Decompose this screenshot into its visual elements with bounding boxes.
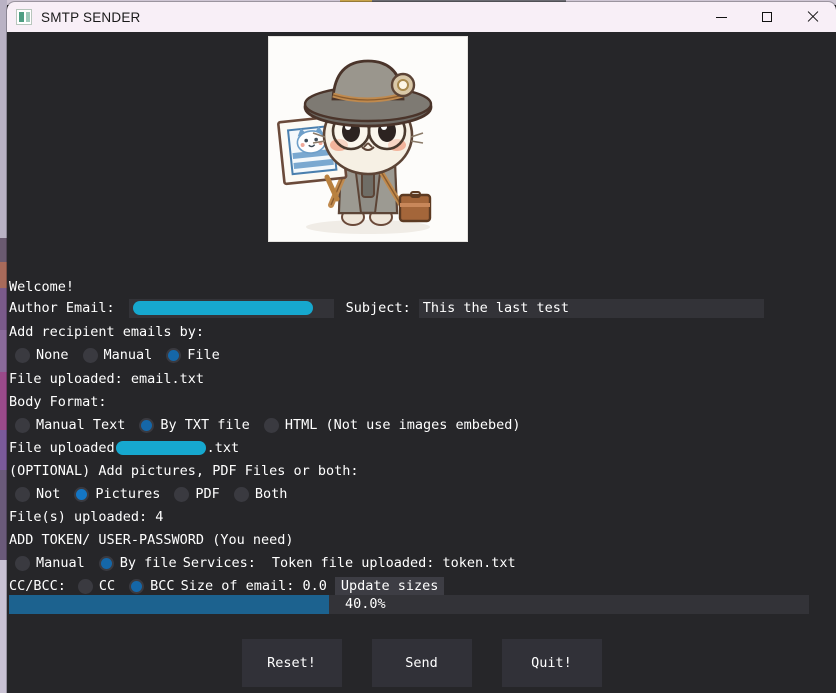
background-window-left-strip (0, 0, 7, 693)
reset-button[interactable]: Reset! (241, 638, 342, 687)
radio-icon (77, 578, 93, 594)
attachments-status-row: File(s) uploaded: 4 (9, 507, 163, 527)
progress-bar: 40.0% (9, 595, 809, 614)
recipients-heading-row: Add recipient emails by: (9, 322, 204, 342)
minimize-icon (715, 16, 727, 18)
attachments-heading-row: (OPTIONAL) Add pictures, PDF Files or bo… (9, 461, 359, 481)
mascot-image (268, 36, 468, 242)
radio-icon (15, 486, 30, 502)
author-email-row: Author Email: Subject: This the last tes… (9, 298, 764, 318)
radio-label: CC (98, 578, 116, 594)
radio-icon (233, 486, 249, 502)
body-upload-redaction (115, 441, 206, 455)
welcome-row: Welcome! (9, 277, 74, 297)
radio-attach-pictures[interactable]: Pictures (74, 486, 160, 502)
body-upload-prefix: File uploaded (9, 440, 115, 456)
radio-recipients-none[interactable]: None (15, 347, 69, 363)
body-format-heading: Body Format: (9, 394, 107, 410)
radio-label: BCC (150, 578, 175, 594)
maximize-icon (762, 12, 772, 22)
app-icon (16, 9, 32, 25)
recipients-radio-group: None Manual File (15, 345, 234, 365)
progress-bar-fill (9, 595, 329, 614)
body-upload-suffix: .txt (206, 440, 240, 456)
radio-icon (15, 347, 30, 363)
radio-attach-both[interactable]: Both (233, 486, 288, 502)
radio-attach-not[interactable]: Not (15, 486, 60, 502)
ccbcc-row: CC/BCC: CC BCC Size of email: 0.0 Update… (9, 576, 445, 596)
subject-label: Subject: (345, 300, 411, 316)
radio-label: File (187, 347, 220, 363)
body-format-status-row: File uploaded .txt (9, 438, 239, 458)
attachments-heading: (OPTIONAL) Add pictures, PDF Files or bo… (9, 463, 359, 479)
smtp-sender-window: SMTP SENDER Welcome! Author Email: Subje… (7, 2, 836, 693)
quit-button[interactable]: Quit! (501, 638, 602, 687)
token-heading-row: ADD TOKEN/ USER-PASSWORD (You need) (9, 530, 293, 550)
radio-label: By file (119, 555, 177, 571)
minimize-button[interactable] (698, 2, 744, 32)
radio-bcc[interactable]: BCC (129, 578, 175, 594)
app-content: Welcome! Author Email: Subject: This the… (7, 32, 836, 693)
token-services-label: Services: (182, 555, 256, 571)
author-email-label: Author Email: (9, 300, 115, 316)
recipients-heading: Add recipient emails by: (9, 324, 205, 340)
window-titlebar[interactable]: SMTP SENDER (7, 2, 836, 32)
radio-cc[interactable]: CC (77, 578, 116, 594)
radio-label: Manual (36, 555, 85, 571)
close-button[interactable] (790, 2, 836, 32)
radio-icon (15, 555, 30, 571)
author-email-input[interactable] (128, 298, 334, 318)
body-format-radio-group: Manual Text By TXT file HTML (Not use im… (15, 415, 535, 435)
radio-label: Not (36, 486, 61, 502)
attachments-radio-group: Not Pictures PDF Both (15, 484, 301, 504)
window-title: SMTP SENDER (41, 9, 141, 25)
radio-label: None (36, 347, 69, 363)
radio-icon-selected (166, 347, 182, 363)
close-icon (807, 11, 819, 23)
send-button[interactable]: Send (371, 638, 472, 687)
radio-label: Manual Text (36, 417, 126, 433)
postal-cat-illustration (269, 37, 467, 241)
token-radio-group: Manual By file Services: Token file uplo… (15, 553, 516, 573)
ccbcc-label: CC/BCC: (9, 578, 66, 594)
radio-icon (263, 417, 279, 433)
radio-label: Manual (103, 347, 153, 363)
token-heading: ADD TOKEN/ USER-PASSWORD (You need) (9, 532, 294, 548)
radio-body-html[interactable]: HTML (Not use images embebed) (263, 417, 521, 433)
progress-percent-label: 40.0% (345, 596, 386, 612)
radio-label: PDF (195, 486, 220, 502)
token-upload-status: Token file uploaded: token.txt (271, 555, 516, 571)
radio-icon (15, 417, 30, 433)
attachments-upload-status: File(s) uploaded: 4 (9, 509, 164, 525)
radio-attach-pdf[interactable]: PDF (174, 486, 220, 502)
author-email-redaction (132, 301, 313, 315)
window-controls (698, 2, 836, 32)
radio-body-txt-file[interactable]: By TXT file (139, 417, 250, 433)
radio-token-manual[interactable]: Manual (15, 555, 85, 571)
radio-token-by-file[interactable]: By file (98, 555, 177, 571)
body-format-heading-row: Body Format: (9, 392, 107, 412)
radio-icon-selected (98, 555, 114, 571)
radio-label: Pictures (95, 486, 161, 502)
radio-icon (82, 347, 98, 363)
radio-icon-selected (74, 486, 90, 502)
radio-recipients-manual[interactable]: Manual (82, 347, 153, 363)
maximize-button[interactable] (744, 2, 790, 32)
radio-label: By TXT file (160, 417, 250, 433)
welcome-label: Welcome! (9, 279, 75, 295)
radio-body-manual-text[interactable]: Manual Text (15, 417, 125, 433)
radio-icon (174, 486, 190, 502)
email-size-label: Size of email: 0.0 (180, 578, 327, 594)
action-buttons-bar: Reset! Send Quit! (7, 632, 836, 693)
radio-label: Both (254, 486, 288, 502)
radio-icon-selected (139, 417, 155, 433)
update-sizes-button[interactable]: Update sizes (334, 576, 445, 596)
radio-icon-selected (129, 578, 145, 594)
radio-recipients-file[interactable]: File (166, 347, 220, 363)
radio-label: HTML (Not use images embebed) (284, 417, 521, 433)
recipients-upload-status: File uploaded: email.txt (9, 371, 205, 387)
subject-input[interactable]: This the last test (418, 298, 764, 318)
recipients-status-row: File uploaded: email.txt (9, 369, 204, 389)
desktop-background: SMTP SENDER Welcome! Author Email: Subje… (0, 0, 836, 693)
